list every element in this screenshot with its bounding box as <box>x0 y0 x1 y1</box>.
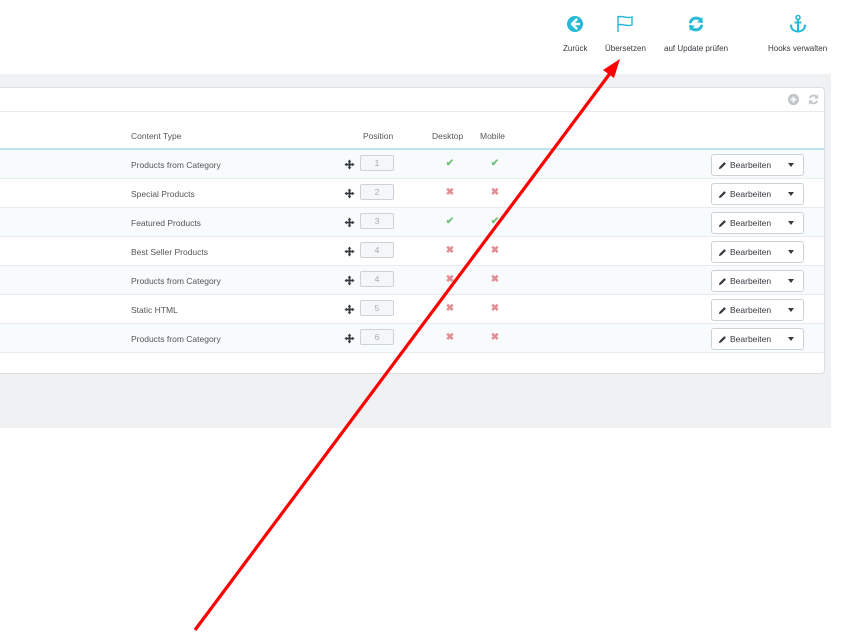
back-label: Zurück <box>563 44 588 53</box>
chevron-down-icon[interactable] <box>788 192 794 196</box>
cross-icon[interactable]: ✖ <box>444 274 456 286</box>
position-field[interactable]: 3 <box>360 213 394 229</box>
cross-icon[interactable]: ✖ <box>489 245 501 257</box>
edit-button[interactable]: Bearbeiten <box>711 241 804 263</box>
drag-handle-icon[interactable] <box>344 246 355 257</box>
pencil-icon <box>718 248 726 256</box>
drag-handle-icon[interactable] <box>344 188 355 199</box>
pencil-icon <box>718 161 726 169</box>
cross-icon[interactable]: ✖ <box>444 332 456 344</box>
modules-panel: Content Type Position Desktop Mobile Pro… <box>0 87 825 374</box>
table-row: Products from Category 1 ✔ ✔ Bearbeiten <box>0 150 824 179</box>
drag-handle-icon[interactable] <box>344 217 355 228</box>
cross-icon[interactable]: ✖ <box>444 187 456 199</box>
flag-icon <box>617 15 634 32</box>
edit-label: Bearbeiten <box>730 189 772 199</box>
table-header: Content Type Position Desktop Mobile <box>0 112 824 150</box>
header-desktop: Desktop <box>432 131 464 141</box>
edit-label: Bearbeiten <box>730 160 772 170</box>
position-field[interactable]: 2 <box>360 184 394 200</box>
pencil-icon <box>718 277 726 285</box>
translate-button[interactable]: Übersetzen <box>605 14 646 53</box>
chevron-down-icon[interactable] <box>788 221 794 225</box>
content-type-cell: Products from Category <box>131 334 221 344</box>
table-row: Best Seller Products 4 ✖ ✖ Bearbeiten <box>0 237 824 266</box>
cross-icon[interactable]: ✖ <box>489 303 501 315</box>
pencil-icon <box>718 219 726 227</box>
pencil-icon <box>718 190 726 198</box>
edit-label: Bearbeiten <box>730 334 772 344</box>
chevron-down-icon[interactable] <box>788 337 794 341</box>
chevron-down-icon[interactable] <box>788 163 794 167</box>
back-button[interactable]: Zurück <box>563 14 587 53</box>
drag-handle-icon[interactable] <box>344 159 355 170</box>
content-type-cell: Featured Products <box>131 218 201 228</box>
position-field[interactable]: 1 <box>360 155 394 171</box>
table-row: Static HTML 5 ✖ ✖ Bearbeiten <box>0 295 824 324</box>
add-icon[interactable] <box>787 93 800 106</box>
edit-button[interactable]: Bearbeiten <box>711 270 804 292</box>
edit-label: Bearbeiten <box>730 218 772 228</box>
arrow-circle-left-icon <box>567 16 584 32</box>
check-icon[interactable]: ✔ <box>444 216 456 228</box>
edit-button[interactable]: Bearbeiten <box>711 183 804 205</box>
content-type-cell: Products from Category <box>131 276 221 286</box>
check-icon[interactable]: ✔ <box>489 158 501 170</box>
chevron-down-icon[interactable] <box>788 250 794 254</box>
check-icon[interactable]: ✔ <box>489 216 501 228</box>
cross-icon[interactable]: ✖ <box>489 274 501 286</box>
position-field[interactable]: 4 <box>360 242 394 258</box>
table-row: Products from Category 4 ✖ ✖ Bearbeiten <box>0 266 824 295</box>
edit-button[interactable]: Bearbeiten <box>711 212 804 234</box>
edit-button[interactable]: Bearbeiten <box>711 154 804 176</box>
header-content-type: Content Type <box>131 131 182 141</box>
cross-icon[interactable]: ✖ <box>489 332 501 344</box>
cross-icon[interactable]: ✖ <box>444 245 456 257</box>
check-update-button[interactable]: auf Update prüfen <box>664 14 728 53</box>
cross-icon[interactable]: ✖ <box>444 303 456 315</box>
table-row: Special Products 2 ✖ ✖ Bearbeiten <box>0 179 824 208</box>
edit-label: Bearbeiten <box>730 305 772 315</box>
chevron-down-icon[interactable] <box>788 308 794 312</box>
drag-handle-icon[interactable] <box>344 275 355 286</box>
content-type-cell: Best Seller Products <box>131 247 209 257</box>
position-field[interactable]: 5 <box>360 300 394 316</box>
translate-label: Übersetzen <box>605 44 646 53</box>
refresh-icon <box>689 16 704 32</box>
table-row: Products from Category 6 ✖ ✖ Bearbeiten <box>0 324 824 353</box>
edit-label: Bearbeiten <box>730 276 772 286</box>
content-type-cell: Static HTML <box>131 305 178 315</box>
cross-icon[interactable]: ✖ <box>489 187 501 199</box>
edit-button[interactable]: Bearbeiten <box>711 328 804 350</box>
check-update-label: auf Update prüfen <box>664 44 729 53</box>
edit-label: Bearbeiten <box>730 247 772 257</box>
chevron-down-icon[interactable] <box>788 279 794 283</box>
drag-handle-icon[interactable] <box>344 333 355 344</box>
pencil-icon <box>718 306 726 314</box>
anchor-icon <box>789 14 807 33</box>
position-field[interactable]: 4 <box>360 271 394 287</box>
page-toolbar: Zurück Übersetzen auf Update prüfen Hook… <box>0 0 860 74</box>
manage-hooks-button[interactable]: Hooks verwalten <box>768 14 827 53</box>
header-mobile: Mobile <box>480 131 506 141</box>
check-icon[interactable]: ✔ <box>444 158 456 170</box>
content-type-cell: Products from Category <box>131 160 221 170</box>
pencil-icon <box>718 335 726 343</box>
refresh-list-icon[interactable] <box>807 93 820 106</box>
manage-hooks-label: Hooks verwalten <box>768 44 828 53</box>
edit-button[interactable]: Bearbeiten <box>711 299 804 321</box>
table-row: Featured Products 3 ✔ ✔ Bearbeiten <box>0 208 824 237</box>
panel-header <box>0 88 824 112</box>
content-type-cell: Special Products <box>131 189 195 199</box>
drag-handle-icon[interactable] <box>344 304 355 315</box>
header-position: Position <box>363 131 394 141</box>
position-field[interactable]: 6 <box>360 329 394 345</box>
